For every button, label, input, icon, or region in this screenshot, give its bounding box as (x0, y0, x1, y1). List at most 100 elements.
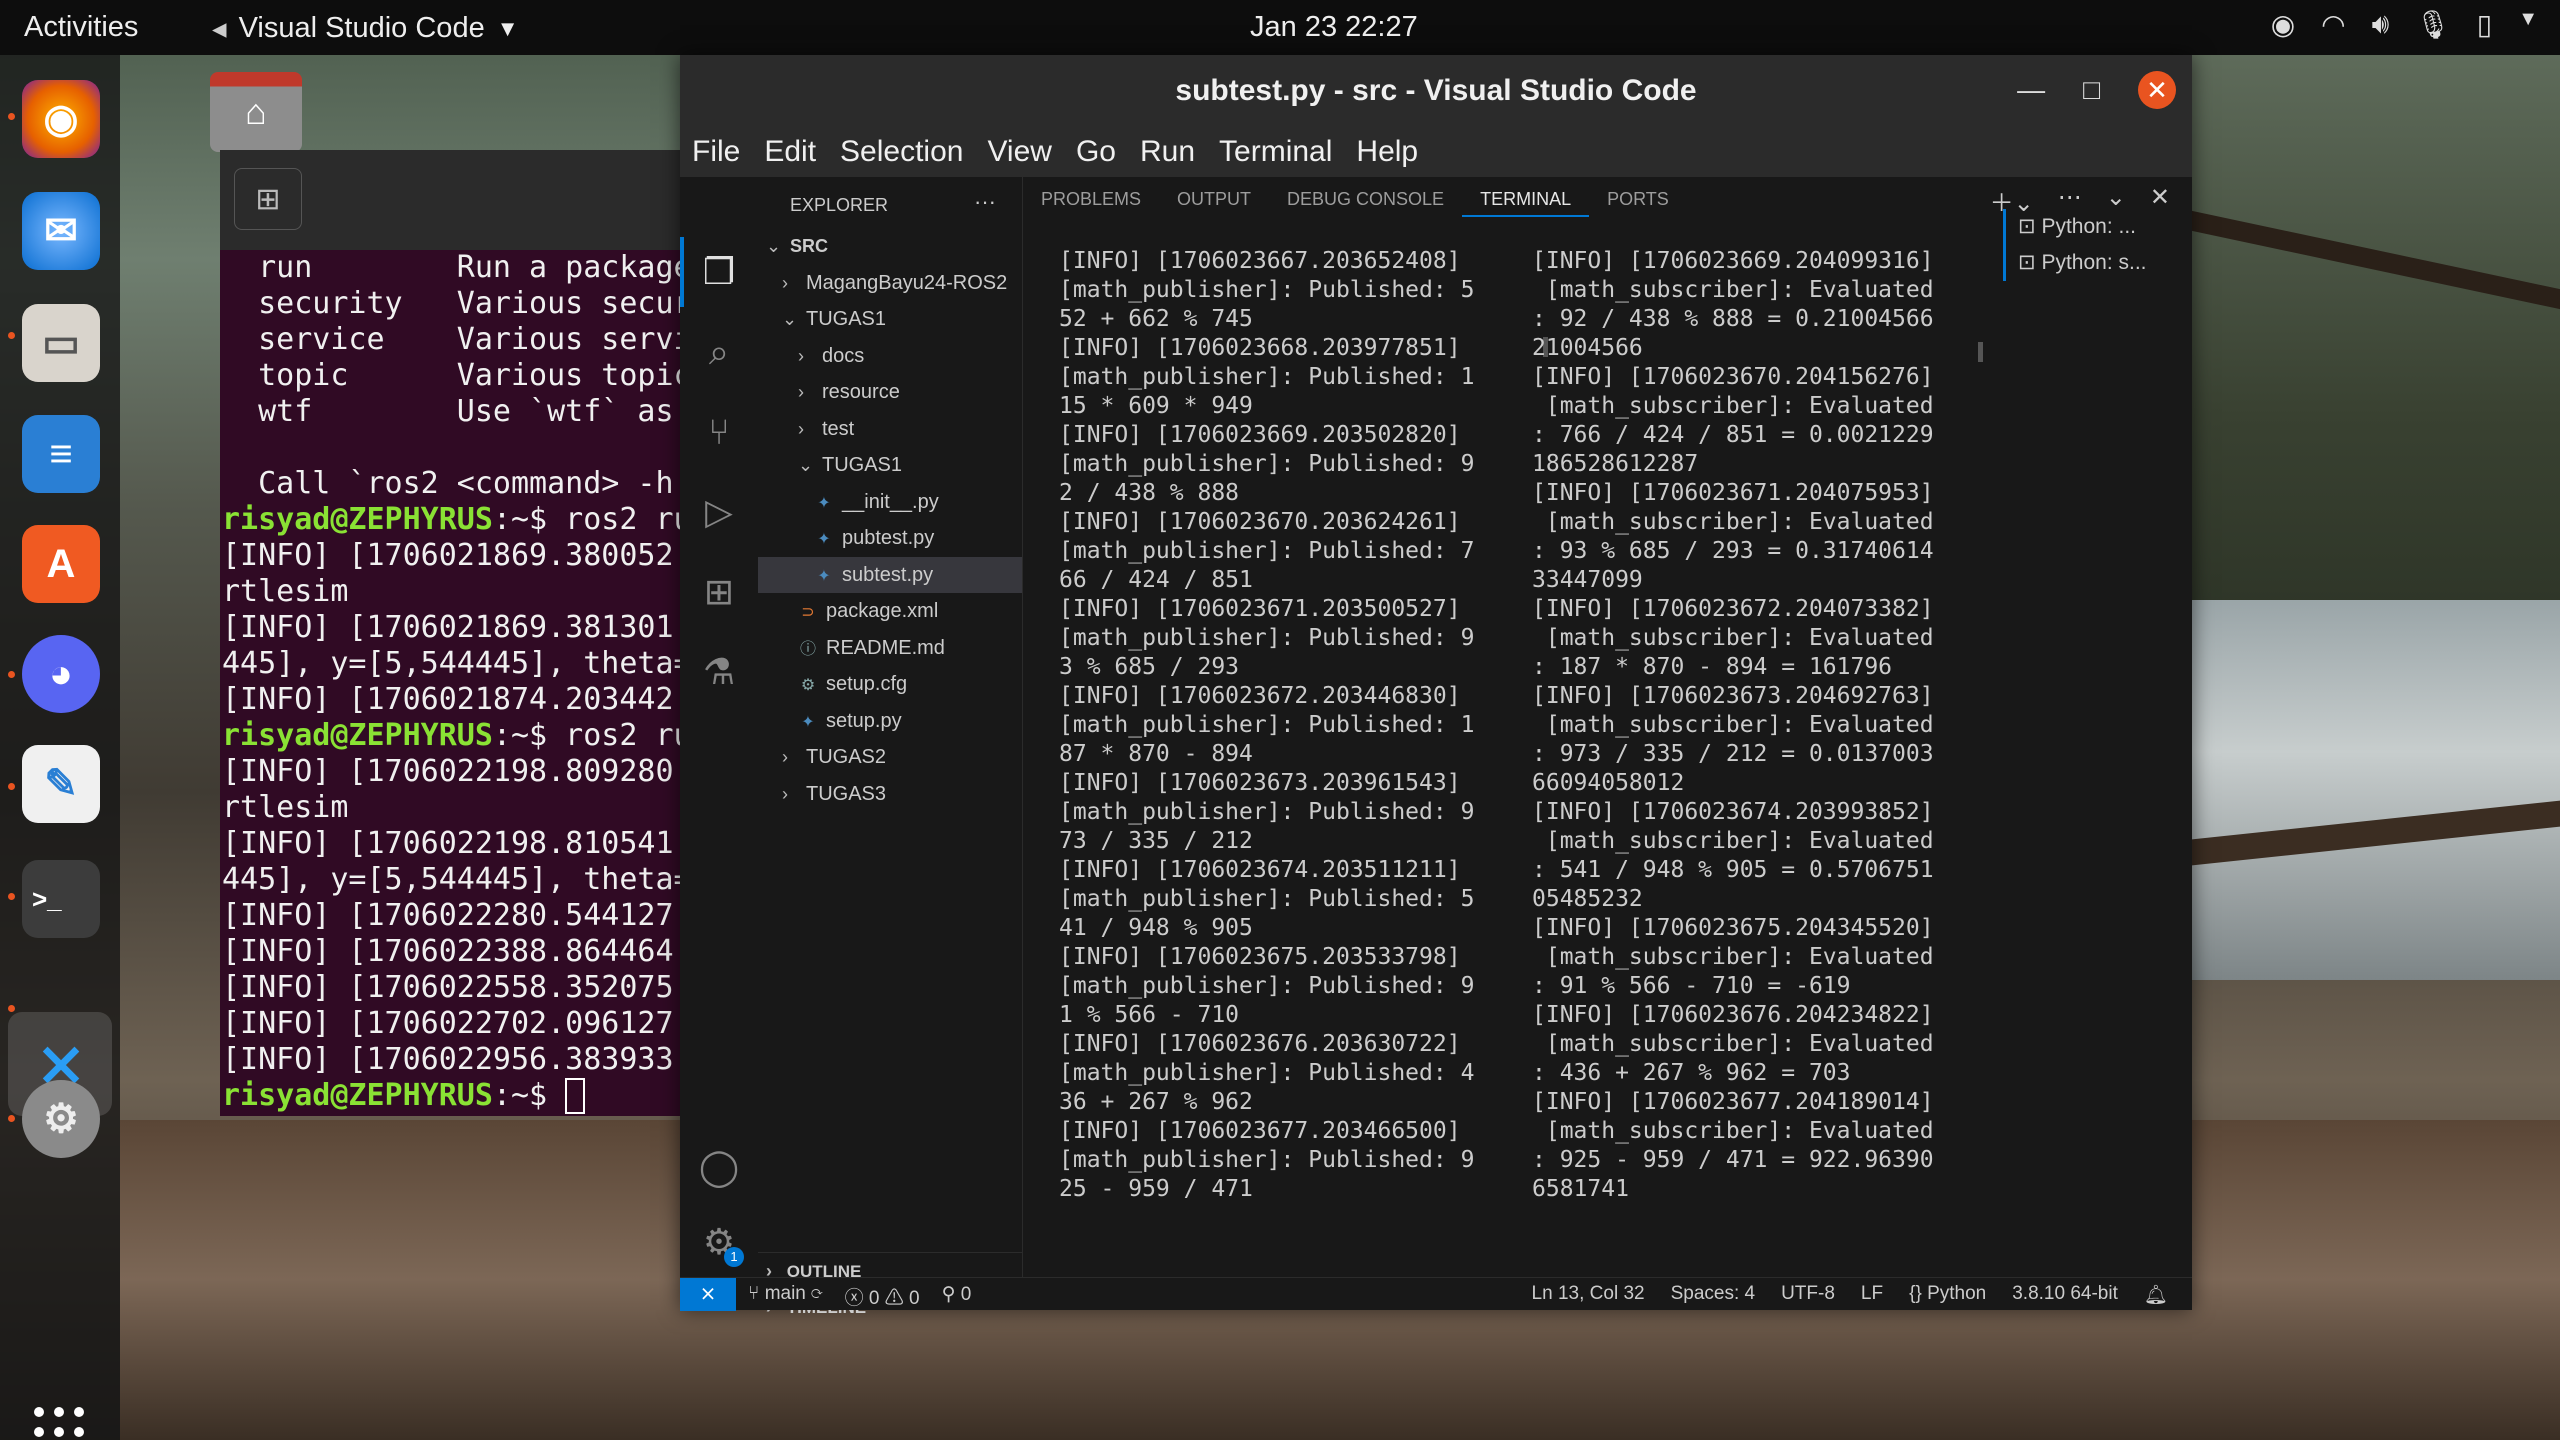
language-mode[interactable]: {} Python (1909, 1283, 1986, 1307)
volume-icon[interactable]: 🔊︎ (2372, 8, 2390, 41)
power-menu-icon[interactable]: ▼ (2518, 8, 2538, 41)
files-icon[interactable]: ▭ (22, 304, 100, 382)
menu-selection[interactable]: Selection (828, 127, 975, 177)
branch-indicator[interactable]: ⑂ main ⟳ (748, 1283, 823, 1310)
more-actions-icon[interactable]: ··· (974, 189, 996, 215)
encoding[interactable]: UTF-8 (1781, 1283, 1835, 1307)
menu-terminal[interactable]: Terminal (1207, 127, 1344, 177)
file-item[interactable]: ⓘ README.md (758, 630, 1022, 666)
sync-icon[interactable]: ⟳ (811, 1283, 822, 1304)
terminal-line-text: Call `ros2 <command> -h (222, 466, 680, 501)
file-item[interactable]: ⊃ package.xml (758, 593, 1022, 629)
folder-item[interactable]: › docs (758, 338, 1022, 374)
menu-file[interactable]: File (680, 127, 752, 177)
terminal-output[interactable]: run Run a package security Various secur… (222, 250, 680, 1114)
activities-button[interactable]: Activities (24, 11, 138, 44)
settings-icon[interactable]: ⚙ (22, 1080, 100, 1158)
activity-bar: ❐ ⌕ ⑂ ▷ ⊞ ⚗ ◯ ⚙ 1 (680, 177, 758, 1277)
tree-item-label: TUGAS1 (822, 454, 903, 476)
terminal-line: [INFO] [1706022198.809280 (222, 754, 680, 790)
tree-item-label: setup.cfg (826, 673, 908, 695)
terminal-window[interactable]: ⊞ run Run a package security Various sec… (220, 150, 680, 1116)
cursor-position[interactable]: Ln 13, Col 32 (1532, 1283, 1645, 1307)
folder-item[interactable]: › resource (758, 374, 1022, 410)
firefox-icon[interactable]: ◉ (22, 80, 100, 158)
minimize-icon[interactable]: — (2017, 74, 2045, 106)
terminal-line: rtlesim (222, 574, 680, 610)
line-ending[interactable]: LF (1861, 1283, 1883, 1307)
system-tray[interactable]: ◉ ◠ 🔊︎ 🎙︎ ▯ ▼ (2271, 8, 2538, 41)
battery-icon[interactable]: ▯ (2477, 8, 2492, 41)
file-item[interactable]: ✦ __init__.py (758, 484, 1022, 520)
remote-indicator-icon[interactable]: ⨯ (680, 1278, 736, 1311)
notifications-bell-icon[interactable]: 🔔︎ (2144, 1283, 2168, 1307)
show-apps-icon[interactable] (34, 1407, 86, 1440)
terminal-line: 445], y=[5,544445], theta= (222, 646, 680, 682)
folder-item[interactable]: › TUGAS3 (758, 776, 1022, 812)
menu-view[interactable]: View (975, 127, 1063, 177)
wifi-icon[interactable]: ◠ (2321, 8, 2345, 41)
vscode-icon: ◂ (212, 13, 227, 45)
terminal-instance-item[interactable]: ⊡ Python: ... (2006, 209, 2193, 245)
tree-item-label: MagangBayu24-ROS2 (806, 271, 1008, 294)
tab-ports[interactable]: PORTS (1589, 177, 1687, 217)
clock[interactable]: Jan 23 22:27 (1250, 11, 1418, 44)
folder-item[interactable]: ⌄ TUGAS1 (758, 301, 1022, 337)
info-file-icon: ⓘ (799, 640, 816, 658)
tree-item-label: subtest.py (842, 563, 934, 586)
chevron-right-icon: › (782, 783, 788, 804)
source-control-icon[interactable]: ⑂ (694, 407, 744, 457)
account-icon[interactable]: ◯ (694, 1142, 744, 1192)
run-debug-icon[interactable]: ▷ (694, 487, 744, 537)
menu-edit[interactable]: Edit (752, 127, 828, 177)
terminal-line-text: [INFO] [1706022388.864464 (222, 934, 674, 969)
writer-icon[interactable]: ≡ (22, 415, 100, 493)
terminal-pane-subscriber[interactable]: [INFO] [1706023669.204099316] [math_subs… (1532, 247, 1934, 1204)
folder-item[interactable]: ⌄ TUGAS1 (758, 447, 1022, 483)
error-icon: ⓧ (844, 1288, 864, 1309)
tab-debug-console[interactable]: DEBUG CONSOLE (1269, 177, 1462, 217)
new-tab-icon[interactable]: ⊞ (234, 168, 302, 230)
extensions-icon[interactable]: ⊞ (694, 567, 744, 617)
search-icon[interactable]: ⌕ (694, 327, 744, 377)
terminal-instance-item[interactable]: ⊡ Python: s... (2006, 245, 2193, 281)
tab-output[interactable]: OUTPUT (1159, 177, 1269, 217)
discord-icon[interactable]: ◕ (22, 635, 100, 713)
testing-icon[interactable]: ⚗ (694, 647, 744, 697)
text-editor-icon[interactable]: ✎ (22, 745, 100, 823)
tab-problems[interactable]: PROBLEMS (1023, 177, 1159, 217)
python-interpreter[interactable]: 3.8.10 64-bit (2012, 1283, 2118, 1307)
menu-go[interactable]: Go (1064, 127, 1128, 177)
app-center-icon[interactable]: A (22, 525, 100, 603)
file-item[interactable]: ✦ subtest.py (758, 556, 1022, 593)
home-folder-icon[interactable]: ⌂ (210, 72, 302, 152)
menu-help[interactable]: Help (1344, 127, 1430, 177)
file-item[interactable]: ⚙ setup.cfg (758, 666, 1022, 702)
thunderbird-icon[interactable]: ✉ (22, 192, 100, 270)
folder-item[interactable]: › MagangBayu24-ROS2 (758, 265, 1022, 301)
indentation[interactable]: Spaces: 4 (1671, 1283, 1756, 1307)
maximize-icon[interactable]: □ (2083, 74, 2100, 106)
problems-indicator[interactable]: ⓧ 0 ⚠ 0 (845, 1283, 920, 1310)
file-item[interactable]: ✦ setup.py (758, 703, 1022, 739)
microphone-icon[interactable]: 🎙︎ (2415, 8, 2451, 41)
folder-item[interactable]: ⌄ SRC (758, 228, 1022, 264)
file-item[interactable]: ✦ pubtest.py (758, 520, 1022, 556)
tab-terminal[interactable]: TERMINAL (1462, 177, 1590, 217)
terminal-line-text: security Various secur (222, 286, 680, 321)
close-icon[interactable]: ✕ (2138, 71, 2176, 109)
terminal-line-text: [INFO] [1706022702.096127 (222, 1006, 674, 1041)
menu-run[interactable]: Run (1128, 127, 1207, 177)
running-indicator (8, 332, 15, 339)
manage-gear-icon[interactable]: ⚙ 1 (694, 1217, 744, 1267)
folder-item[interactable]: › test (758, 411, 1022, 447)
app-menu[interactable]: ◂ Visual Studio Code ▼ (212, 11, 518, 46)
scrollbar[interactable] (1978, 342, 1983, 362)
ports-indicator[interactable]: ⚲ 0 (942, 1283, 972, 1310)
discord-tray-icon[interactable]: ◉ (2271, 8, 2295, 41)
folder-item[interactable]: › TUGAS2 (758, 739, 1022, 775)
tree-item-label: package.xml (826, 600, 939, 622)
explorer-icon[interactable]: ❐ (694, 247, 744, 297)
terminal-icon[interactable]: >_ (22, 860, 100, 938)
terminal-pane-publisher[interactable]: [INFO] [1706023667.203652408] [math_publ… (1059, 247, 1474, 1204)
